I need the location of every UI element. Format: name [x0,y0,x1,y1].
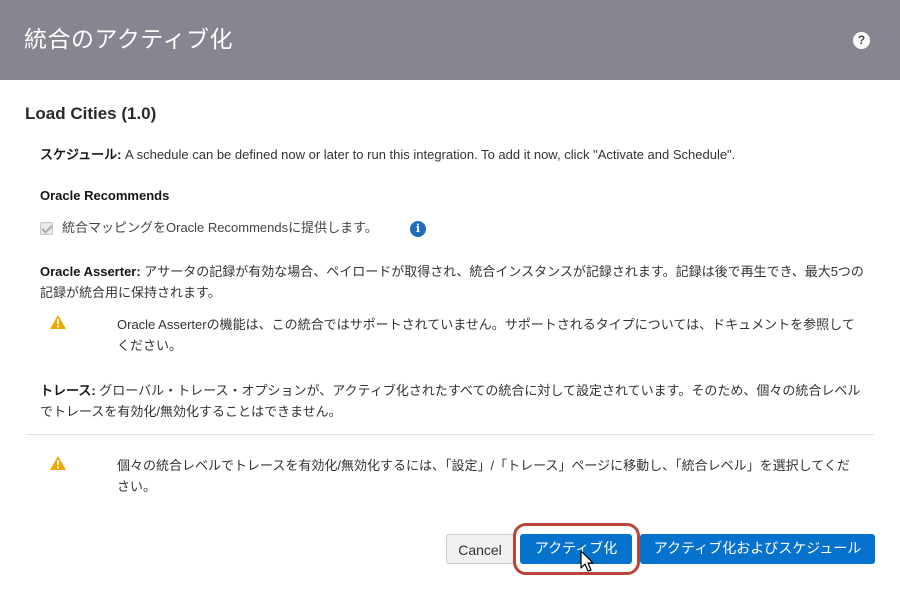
warning-icon [50,456,66,470]
schedule-label: スケジュール: [40,147,122,162]
activate-button[interactable]: アクティブ化 [520,534,632,564]
divider [26,434,874,435]
activate-and-schedule-button[interactable]: アクティブ化およびスケジュール [640,534,875,564]
dialog-title: 統合のアクティブ化 [24,27,233,53]
cancel-button[interactable]: Cancel [446,534,514,564]
integration-name: Load Cities (1.0) [25,104,157,123]
recommends-checkbox[interactable] [40,222,53,235]
asserter-warning-message: Oracle Asserterの機能は、この統合ではサポートされていません。サポ… [117,317,855,353]
trace-warning-message: 個々の統合レベルでトレースを有効化/無効化するには、「設定」/「トレース」ページ… [117,458,850,494]
dialog-header: 統合のアクティブ化 ? [0,0,900,80]
trace-label: トレース: [40,383,96,398]
schedule-description: スケジュール: A schedule can be defined now or… [40,144,880,165]
activate-integration-dialog: 統合のアクティブ化 ? Load Cities (1.0) スケジュール: A … [0,0,900,590]
recommends-checkbox-label: 統合マッピングをOracle Recommendsに提供します。 [62,220,378,235]
asserter-text: アサータの記録が有効な場合、ペイロードが取得され、統合インスタンスが記録されます… [40,264,864,300]
mouse-cursor-icon [580,550,596,574]
help-icon[interactable]: ? [853,32,870,49]
recommends-heading: Oracle Recommends [40,188,170,203]
trace-description: トレース: グローバル・トレース・オプションが、アクティブ化されたすべての統合に… [40,380,870,422]
asserter-label: Oracle Asserter: [40,264,141,279]
trace-text: グローバル・トレース・オプションが、アクティブ化されたすべての統合に対して設定さ… [40,383,861,419]
dialog-body: Load Cities (1.0) スケジュール: A schedule can… [0,80,900,590]
asserter-description: Oracle Asserter: アサータの記録が有効な場合、ペイロードが取得さ… [40,261,865,303]
info-icon[interactable]: i [410,221,426,237]
warning-icon [50,315,66,329]
schedule-text: A schedule can be defined now or later t… [121,147,736,162]
